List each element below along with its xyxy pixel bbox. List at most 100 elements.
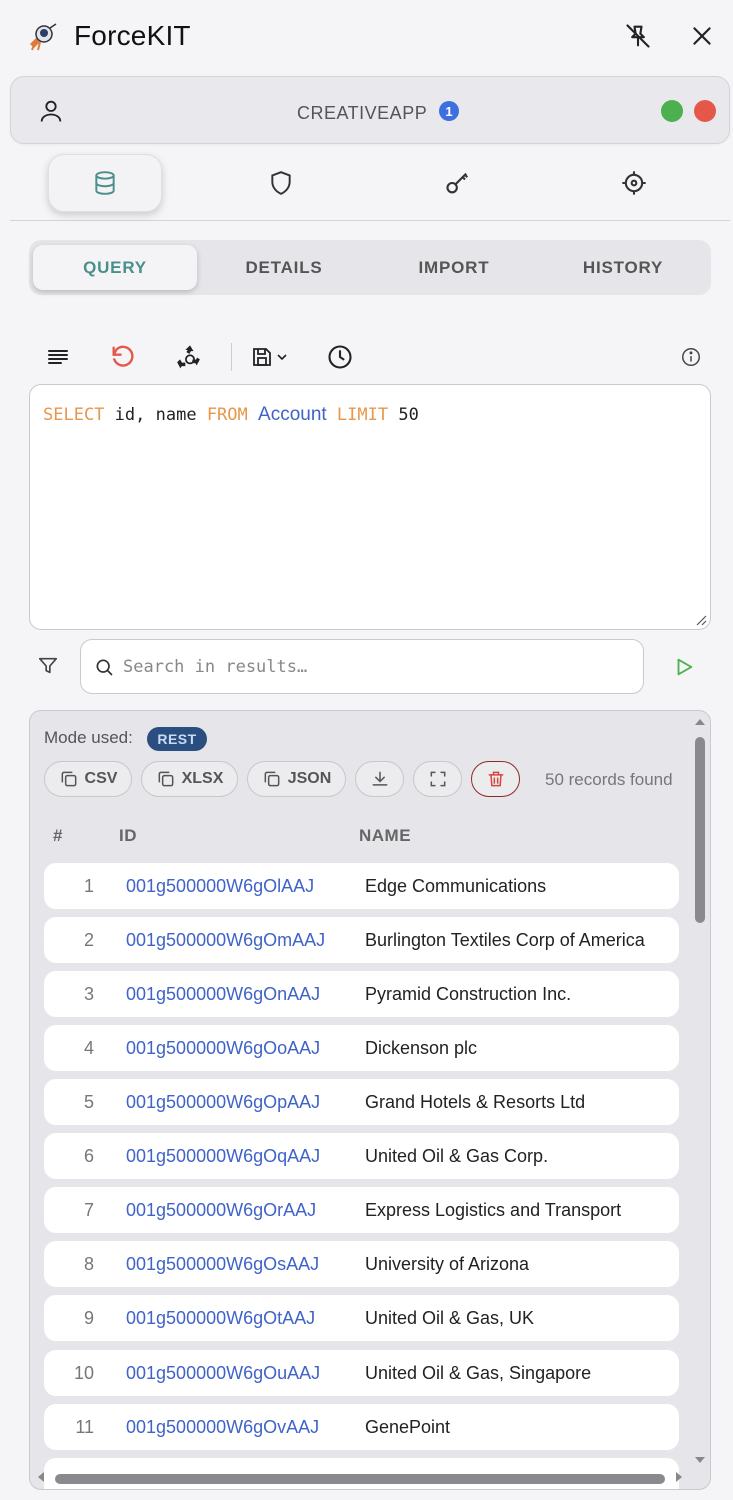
undo-icon bbox=[112, 345, 134, 367]
org-name[interactable]: CREATIVEAPP bbox=[297, 103, 427, 124]
expand-icon bbox=[430, 771, 445, 787]
table-row[interactable]: 7 001g500000W6gOrAAJ Express Logistics a… bbox=[44, 1187, 679, 1233]
column-header-id[interactable]: ID bbox=[119, 826, 137, 846]
resize-handle-icon[interactable] bbox=[695, 614, 707, 626]
copy-csv-label: CSV bbox=[84, 770, 118, 787]
record-id-link[interactable]: 001g500000W6gOoAAJ bbox=[126, 1038, 320, 1059]
record-id-link[interactable]: 001g500000W6gOsAAJ bbox=[126, 1254, 319, 1275]
record-id-link[interactable]: 001g500000W6gOmAAJ bbox=[126, 930, 325, 951]
record-name: Pyramid Construction Inc. bbox=[365, 984, 572, 1004]
record-id-link[interactable]: 001g500000W6gOrAAJ bbox=[126, 1200, 316, 1221]
save-icon bbox=[253, 348, 271, 366]
horizontal-scroll-thumb[interactable] bbox=[55, 1474, 665, 1484]
records-count: 50 records found bbox=[545, 770, 673, 789]
tab-security[interactable] bbox=[224, 154, 338, 212]
tab-import[interactable]: IMPORT bbox=[372, 245, 536, 290]
record-id-link[interactable]: 001g500000W6gOpAAJ bbox=[126, 1092, 320, 1113]
copy-icon bbox=[61, 771, 76, 787]
scroll-left-icon bbox=[38, 1472, 44, 1482]
query-limit-value: 50 bbox=[398, 405, 419, 425]
org-bar: CREATIVEAPP 1 bbox=[10, 76, 730, 144]
shield-icon bbox=[271, 171, 291, 195]
user-icon[interactable] bbox=[37, 97, 65, 125]
row-number: 6 bbox=[83, 1146, 94, 1166]
tab-details[interactable]: DETAILS bbox=[202, 245, 366, 290]
record-id-link[interactable]: 001g500000W6gOuAAJ bbox=[126, 1363, 320, 1384]
row-number: 10 bbox=[73, 1363, 94, 1383]
row-number: 7 bbox=[83, 1200, 94, 1220]
clock-icon bbox=[328, 345, 352, 369]
soql-editor[interactable]: SELECT id, name FROM Account LIMIT 50 bbox=[29, 384, 711, 630]
copy-xlsx-label: XLSX bbox=[181, 770, 224, 787]
download-button[interactable] bbox=[355, 761, 404, 797]
record-id-link[interactable]: 001g500000W6gOlAAJ bbox=[126, 876, 314, 897]
copy-icon bbox=[158, 771, 174, 787]
record-id-link[interactable]: 001g500000W6gOvAAJ bbox=[126, 1417, 319, 1438]
table-row[interactable]: 1 001g500000W6gOlAAJ Edge Communications bbox=[44, 863, 679, 909]
row-number: 8 bbox=[83, 1254, 94, 1274]
copy-xlsx-button[interactable]: XLSX bbox=[141, 761, 238, 797]
title-bar: ForceKIT bbox=[0, 0, 733, 76]
close-window-button[interactable] bbox=[686, 20, 718, 52]
trash-icon bbox=[488, 771, 503, 787]
table-row[interactable]: 6 001g500000W6gOqAAJ United Oil & Gas Co… bbox=[44, 1133, 679, 1179]
align-left-icon bbox=[48, 350, 68, 364]
play-icon bbox=[677, 658, 693, 676]
record-id-link[interactable]: 001g500000W6gOtAAJ bbox=[126, 1308, 315, 1329]
connection-status-indicator[interactable] bbox=[661, 100, 683, 122]
record-id-link[interactable]: 001g500000W6gOnAAJ bbox=[126, 984, 320, 1005]
record-name: United Oil & Gas Corp. bbox=[365, 1146, 549, 1166]
scroll-right-icon bbox=[676, 1472, 682, 1482]
fullscreen-button[interactable] bbox=[413, 761, 462, 797]
vertical-scroll-thumb[interactable] bbox=[695, 737, 705, 923]
table-row[interactable]: 4 001g500000W6gOoAAJ Dickenson plc bbox=[44, 1025, 679, 1071]
scroll-down-icon bbox=[695, 1457, 705, 1463]
results-panel: Mode used: REST CSV XLSX JSON 50 records… bbox=[29, 710, 711, 1490]
download-icon bbox=[372, 771, 387, 786]
copy-json-button[interactable]: JSON bbox=[247, 761, 346, 797]
forcekit-logo-icon bbox=[26, 22, 58, 52]
tab-keys[interactable] bbox=[401, 154, 515, 212]
table-row[interactable]: 3 001g500000W6gOnAAJ Pyramid Constructio… bbox=[44, 971, 679, 1017]
info-button[interactable] bbox=[679, 342, 703, 372]
copy-csv-button[interactable]: CSV bbox=[44, 761, 132, 797]
pin-off-icon bbox=[626, 24, 650, 48]
column-header-name[interactable]: NAME bbox=[359, 826, 411, 846]
table-row[interactable]: 11 001g500000W6gOvAAJ GenePoint bbox=[44, 1404, 679, 1450]
format-query-button[interactable] bbox=[43, 342, 73, 372]
tab-history[interactable]: HISTORY bbox=[541, 245, 705, 290]
filter-icon bbox=[38, 657, 58, 674]
table-row[interactable]: 9 001g500000W6gOtAAJ United Oil & Gas, U… bbox=[44, 1295, 679, 1341]
record-name: Edge Communications bbox=[365, 876, 547, 896]
table-row[interactable]: 10 001g500000W6gOuAAJ United Oil & Gas, … bbox=[44, 1350, 679, 1396]
table-row[interactable]: 8 001g500000W6gOsAAJ University of Arizo… bbox=[44, 1241, 679, 1287]
row-number: 11 bbox=[75, 1417, 94, 1437]
gear-icon bbox=[622, 171, 646, 195]
app-title: ForceKIT bbox=[74, 20, 191, 51]
record-id-link[interactable]: 001g500000W6gOqAAJ bbox=[126, 1146, 320, 1167]
org-count-badge: 1 bbox=[439, 101, 459, 121]
filter-button[interactable] bbox=[37, 655, 59, 677]
table-row[interactable]: 5 001g500000W6gOpAAJ Grand Hotels & Reso… bbox=[44, 1079, 679, 1125]
delete-results-button[interactable] bbox=[471, 761, 520, 797]
tab-query[interactable]: QUERY bbox=[33, 245, 197, 290]
unpin-button[interactable] bbox=[622, 20, 654, 52]
clear-results-button[interactable] bbox=[175, 342, 205, 372]
query-history-button[interactable] bbox=[325, 342, 355, 372]
reset-query-button[interactable] bbox=[108, 342, 138, 372]
recycle-icon bbox=[177, 345, 200, 369]
search-input[interactable] bbox=[123, 650, 623, 684]
database-icon bbox=[95, 171, 115, 195]
mode-label: Mode used: bbox=[44, 728, 133, 747]
toolbar-divider bbox=[231, 343, 232, 371]
disconnect-indicator[interactable] bbox=[694, 100, 716, 122]
record-name: University of Arizona bbox=[365, 1254, 530, 1274]
mode-badge: REST bbox=[147, 727, 207, 751]
tab-settings[interactable] bbox=[577, 154, 691, 212]
row-number: 1 bbox=[83, 876, 94, 896]
table-row[interactable]: 2 001g500000W6gOmAAJ Burlington Textiles… bbox=[44, 917, 679, 963]
save-query-dropdown[interactable] bbox=[246, 342, 294, 372]
run-query-button[interactable] bbox=[670, 652, 698, 682]
tab-data[interactable] bbox=[48, 154, 162, 212]
keyword-select: SELECT bbox=[43, 405, 105, 425]
